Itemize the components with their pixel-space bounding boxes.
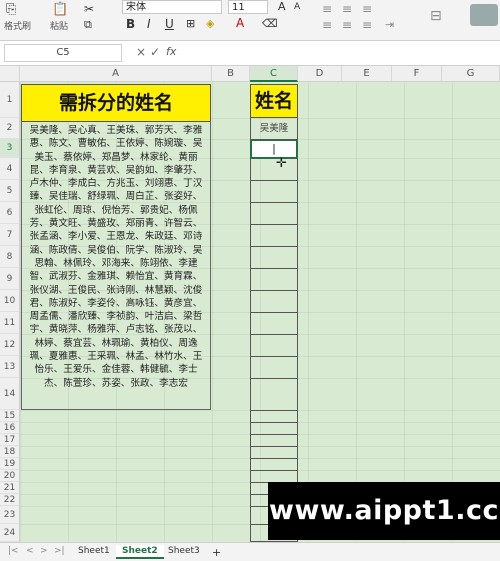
paste-icon[interactable]: 📋 [52, 2, 68, 17]
clear-format-icon[interactable]: ⌫ [262, 17, 278, 30]
row-header-19[interactable]: 19 [0, 458, 20, 470]
column-header-c[interactable]: C [250, 66, 298, 82]
c-rule [250, 246, 298, 247]
c-rule [250, 422, 298, 423]
row-header-7[interactable]: 7 [0, 224, 20, 246]
cell-c3-active-editor[interactable]: | [250, 139, 298, 159]
row-header-8[interactable]: 8 [0, 246, 20, 268]
cell-a1-header[interactable]: 需拆分的姓名 [21, 84, 211, 122]
column-header-b[interactable]: B [212, 66, 250, 82]
scissors-icon[interactable]: ✂ [84, 2, 94, 16]
formula-input[interactable] [184, 45, 494, 61]
row-header-21[interactable]: 21 [0, 482, 20, 494]
function-icon[interactable]: fx [166, 45, 176, 58]
watermark-banner: www.aippt1.cc [268, 482, 500, 540]
row-header-2[interactable]: 2 [0, 118, 20, 139]
format-painter-button[interactable]: 格式刷 [4, 19, 31, 32]
add-sheet-button[interactable]: + [206, 545, 227, 560]
c-rule [250, 139, 298, 140]
column-header-f[interactable]: F [392, 66, 442, 82]
cell-c2-value[interactable]: 吴美隆 [250, 120, 298, 134]
font-size-select[interactable]: 11 [228, 0, 268, 14]
row-header-1[interactable]: 1 [0, 82, 20, 118]
borders-icon[interactable]: ⊞ [186, 17, 195, 30]
align-top-icon[interactable]: ≡ [322, 2, 332, 16]
grow-font-button[interactable]: A [278, 0, 286, 13]
row-header-5[interactable]: 5 [0, 180, 20, 202]
row-header-23[interactable]: 23 [0, 506, 20, 524]
row-header-15[interactable]: 15 [0, 410, 20, 422]
align-center-icon[interactable]: ≡ [342, 18, 352, 32]
avatar [470, 4, 498, 26]
row-header-9[interactable]: 9 [0, 268, 20, 290]
row-header-13[interactable]: 13 [0, 356, 20, 378]
merge-center-icon[interactable]: ⊟ [430, 8, 442, 24]
tab-sheet2[interactable]: Sheet2 [116, 545, 164, 559]
indent-icon[interactable]: ⇥ [385, 18, 394, 31]
name-box[interactable]: C5 [4, 44, 122, 62]
row-header-22[interactable]: 22 [0, 494, 20, 506]
cell-c1-header[interactable]: 姓名 [250, 84, 298, 118]
c-rule [250, 356, 298, 357]
copy-icon[interactable]: ⧉ [84, 18, 92, 32]
bold-button[interactable]: B [126, 17, 135, 31]
c-rule [250, 458, 298, 459]
cell-a2-names-text[interactable]: 吴美隆、吴心真、王美珠、郭芳天、李雅惠、陈文、曹敏佑、王依婷、陈婉璇、吴美玉、蔡… [21, 122, 211, 410]
c-rule [250, 434, 298, 435]
row-header-10[interactable]: 10 [0, 290, 20, 312]
column-header-a[interactable]: A [20, 66, 212, 82]
row-header-17[interactable]: 17 [0, 434, 20, 446]
align-middle-icon[interactable]: ≡ [342, 2, 352, 16]
shrink-font-button[interactable]: A [294, 2, 300, 12]
underline-button[interactable]: U [165, 17, 174, 31]
c-rule [250, 180, 298, 181]
select-all-corner[interactable] [0, 66, 20, 82]
c-rule [250, 334, 298, 335]
c-rule [250, 224, 298, 225]
tab-nav-last[interactable]: >| [48, 545, 71, 557]
row-header-12[interactable]: 12 [0, 334, 20, 356]
clipboard-icon[interactable]: ⎘ [6, 2, 16, 17]
sheet-tab-bar: |< < > >| Sheet1 Sheet2 Sheet3 + [0, 542, 500, 561]
row-header-24[interactable]: 24 [0, 524, 20, 542]
row-header-4[interactable]: 4 [0, 158, 20, 180]
c-rule [250, 470, 298, 471]
align-right-icon[interactable]: ≡ [362, 18, 372, 32]
row-header-14[interactable]: 14 [0, 378, 20, 410]
row-header-11[interactable]: 11 [0, 312, 20, 334]
cancel-icon[interactable]: × [136, 45, 146, 59]
column-header-g[interactable]: G [442, 66, 500, 82]
ribbon: ⎘ 格式刷 📋 粘贴 ✂ ⧉ 宋体 11 A A B I U ⊞ ◈ A ⌫ ≡… [0, 0, 500, 41]
fill-handle-cursor-icon: ✛ [276, 156, 287, 171]
row-header-6[interactable]: 6 [0, 202, 20, 224]
row-header-16[interactable]: 16 [0, 422, 20, 434]
row-header-18[interactable]: 18 [0, 446, 20, 458]
fill-color-icon[interactable]: ◈ [206, 17, 214, 30]
tab-sheet1[interactable]: Sheet1 [72, 545, 116, 557]
align-bottom-icon[interactable]: ≡ [362, 2, 372, 16]
formula-bar: C5 × ✓ fx [0, 41, 500, 66]
c-rule [250, 290, 298, 291]
font-color-button[interactable]: A [236, 16, 244, 30]
column-header-e[interactable]: E [342, 66, 392, 82]
c-rule [250, 410, 298, 411]
c-rule [250, 202, 298, 203]
font-name-select[interactable]: 宋体 [122, 0, 222, 14]
confirm-icon[interactable]: ✓ [150, 45, 160, 59]
row-header-3[interactable]: 3 [0, 139, 20, 158]
tab-sheet3[interactable]: Sheet3 [162, 545, 206, 557]
align-left-icon[interactable]: ≡ [322, 18, 332, 32]
column-header-d[interactable]: D [298, 66, 342, 82]
c-rule [250, 378, 298, 379]
paste-button[interactable]: 粘贴 [50, 19, 68, 32]
italic-button[interactable]: I [147, 17, 151, 31]
row-header-20[interactable]: 20 [0, 470, 20, 482]
column-c-bordered-range [250, 118, 298, 542]
c-rule [250, 268, 298, 269]
c-rule [250, 312, 298, 313]
c-rule [250, 446, 298, 447]
